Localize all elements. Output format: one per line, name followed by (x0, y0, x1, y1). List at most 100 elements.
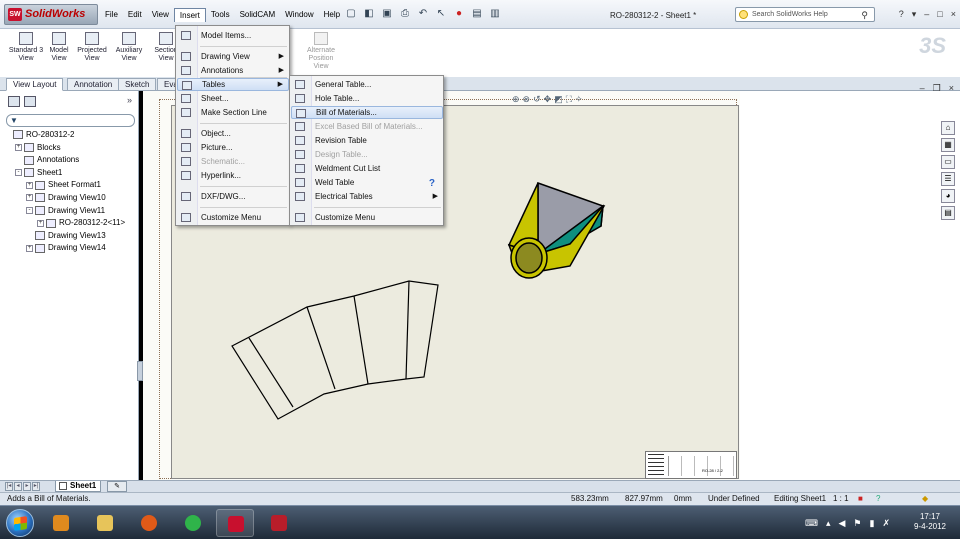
keyboard-icon[interactable]: ⌨ (805, 518, 818, 529)
tab-annotation[interactable]: Annotation (67, 78, 120, 91)
menu-item-weldment-cut-list[interactable]: Weldment Cut List (291, 162, 443, 175)
doc-restore-button[interactable]: ❐ (933, 83, 941, 94)
tree-filter-input[interactable]: ▼ (6, 114, 135, 127)
taskbar-solidworks-help[interactable] (260, 509, 298, 537)
doc-minimize-button[interactable]: – (920, 83, 925, 94)
tools-icon[interactable]: ✗ (882, 518, 890, 529)
file-explorer-icon[interactable]: ▭ (941, 155, 955, 169)
help-icon[interactable]: ? (429, 177, 435, 190)
taskbar-explorer[interactable] (86, 509, 124, 537)
model-view-button[interactable]: Model View (41, 32, 77, 63)
menu-item-picture[interactable]: Picture... (177, 141, 289, 154)
menu-item-electrical-tables[interactable]: Electrical Tables ▶ (291, 190, 443, 203)
menu-item-bill-of-materials[interactable]: Bill of Materials... (291, 106, 443, 119)
display-style-icon[interactable]: ⛶ (566, 94, 572, 105)
expand-toggle-icon[interactable]: - (15, 169, 22, 177)
help-button[interactable]: ? (899, 9, 904, 20)
search-icon[interactable]: ⚲ (861, 9, 868, 22)
auxiliary-view-button[interactable]: Auxiliary View (111, 32, 147, 63)
add-sheet-button[interactable]: ✎ (107, 481, 127, 492)
expand-chevron-icon[interactable]: » (127, 95, 132, 105)
rebuild-status-icon[interactable]: ■ (858, 493, 863, 505)
tag-icon[interactable]: ◆ (922, 493, 928, 505)
print-icon[interactable]: ⎙ (398, 7, 412, 21)
tree-item[interactable]: - Drawing View11 (4, 205, 136, 218)
tab-view-layout[interactable]: View Layout (6, 78, 64, 91)
menu-item-tables[interactable]: Tables ▶ (177, 78, 289, 91)
menu-item-revision-table[interactable]: Revision Table (291, 134, 443, 147)
menu-item-drawing-view[interactable]: Drawing View ▶ (177, 50, 289, 63)
tree-item[interactable]: - Sheet1 (4, 167, 136, 180)
menu-item-dxf-dwg[interactable]: DXF/DWG... (177, 190, 289, 203)
menu-solidcam[interactable]: SolidCAM (235, 8, 281, 22)
rebuild-traffic-light-icon[interactable]: ● (452, 7, 466, 21)
menu-item-sheet[interactable]: Sheet... (177, 92, 289, 105)
previous-view-icon[interactable]: ↺ (533, 94, 541, 105)
save-icon[interactable]: ▣ (380, 7, 394, 21)
tree-item[interactable]: Drawing View13 (4, 230, 136, 243)
status-scale[interactable]: 1 : 1 (833, 493, 849, 505)
minimize-button[interactable]: – (924, 9, 929, 20)
quick-tips-icon[interactable]: ? (876, 493, 880, 505)
taskbar-clock[interactable]: 17:17 9-4-2012 (914, 512, 946, 532)
menu-item-hole-table[interactable]: Hole Table... (291, 92, 443, 105)
open-folder-icon[interactable]: ◧ (362, 7, 376, 21)
expand-toggle-icon[interactable]: + (26, 181, 33, 189)
tree-item[interactable]: + Blocks (4, 142, 136, 155)
network-icon[interactable]: ▮ (870, 518, 875, 529)
tree-item[interactable]: + Sheet Format1 (4, 179, 136, 192)
maximize-button[interactable]: □ (937, 9, 942, 20)
doc-close-button[interactable]: × (949, 83, 954, 94)
action-center-flag-icon[interactable]: ⚑ (853, 518, 861, 529)
zoom-to-fit-icon[interactable]: ⊕ (512, 94, 520, 105)
undo-icon[interactable]: ↶ (416, 7, 430, 21)
menu-item-weld-table[interactable]: Weld Table? (291, 176, 443, 189)
pan-icon[interactable]: ✥ (544, 94, 552, 105)
menu-file[interactable]: File (100, 8, 123, 22)
tree-item[interactable]: + RO-280312-2<11> (4, 217, 136, 230)
taskbar-firefox[interactable] (130, 509, 168, 537)
start-button[interactable] (6, 509, 34, 537)
appearances-icon[interactable]: ◕ (941, 189, 955, 203)
menu-window[interactable]: Window (280, 8, 318, 22)
menu-tools[interactable]: Tools (206, 8, 235, 22)
search-input[interactable]: Search SolidWorks Help ⚲ (735, 7, 875, 22)
expand-toggle-icon[interactable]: + (37, 219, 44, 227)
sheet-tab-sheet1[interactable]: Sheet1 (55, 481, 102, 492)
volume-icon[interactable]: ◀ (839, 518, 846, 529)
menu-item-annotations[interactable]: Annotations ▶ (177, 64, 289, 77)
taskbar-media-player[interactable] (42, 509, 80, 537)
menu-insert[interactable]: Insert (173, 8, 206, 22)
feature-tree-icon[interactable] (8, 96, 20, 107)
tree-item[interactable]: RO-280312-2 (4, 129, 136, 142)
projected-view-button[interactable]: Projected View (74, 32, 110, 63)
select-arrow-icon[interactable]: ↖ (434, 7, 448, 21)
view-palette-icon[interactable]: ☰ (941, 172, 955, 186)
options-icon[interactable]: ▥ (488, 7, 502, 21)
tree-item[interactable]: Annotations (4, 154, 136, 167)
solidworks-logo[interactable]: SW SolidWorks (4, 4, 98, 25)
expand-toggle-icon[interactable]: + (26, 244, 33, 252)
taskbar-spotify[interactable] (174, 509, 212, 537)
title-block[interactable]: RO-28 / 2-2 (645, 451, 737, 479)
alternate-position-view-button[interactable]: Alternate Position View (303, 32, 339, 71)
expand-toggle-icon[interactable]: + (15, 143, 22, 151)
menu-item-model-items[interactable]: Model Items... (177, 29, 289, 42)
help-dropdown-button[interactable]: ▾ (912, 9, 917, 20)
expand-toggle-icon[interactable]: + (26, 194, 33, 202)
design-library-icon[interactable]: ▦ (941, 138, 955, 152)
menu-item-hyperlink[interactable]: Hyperlink... (177, 169, 289, 182)
tree-item[interactable]: + Drawing View14 (4, 242, 136, 255)
zoom-area-icon[interactable]: ⊗ (523, 94, 531, 105)
file-properties-icon[interactable]: ▤ (470, 7, 484, 21)
new-document-icon[interactable]: ▢ (344, 7, 358, 21)
taskbar-solidworks[interactable] (216, 509, 254, 537)
close-button[interactable]: × (951, 9, 956, 20)
first-sheet-icon[interactable]: |◂ (5, 482, 13, 491)
next-sheet-icon[interactable]: ▸ (23, 482, 31, 491)
prev-sheet-icon[interactable]: ◂ (14, 482, 22, 491)
menu-item-general-table[interactable]: General Table... (291, 78, 443, 91)
menu-help[interactable]: Help (319, 8, 345, 22)
menu-item-customize-menu[interactable]: Customize Menu (177, 211, 289, 224)
drawing-view-flat-pattern[interactable] (231, 280, 439, 420)
